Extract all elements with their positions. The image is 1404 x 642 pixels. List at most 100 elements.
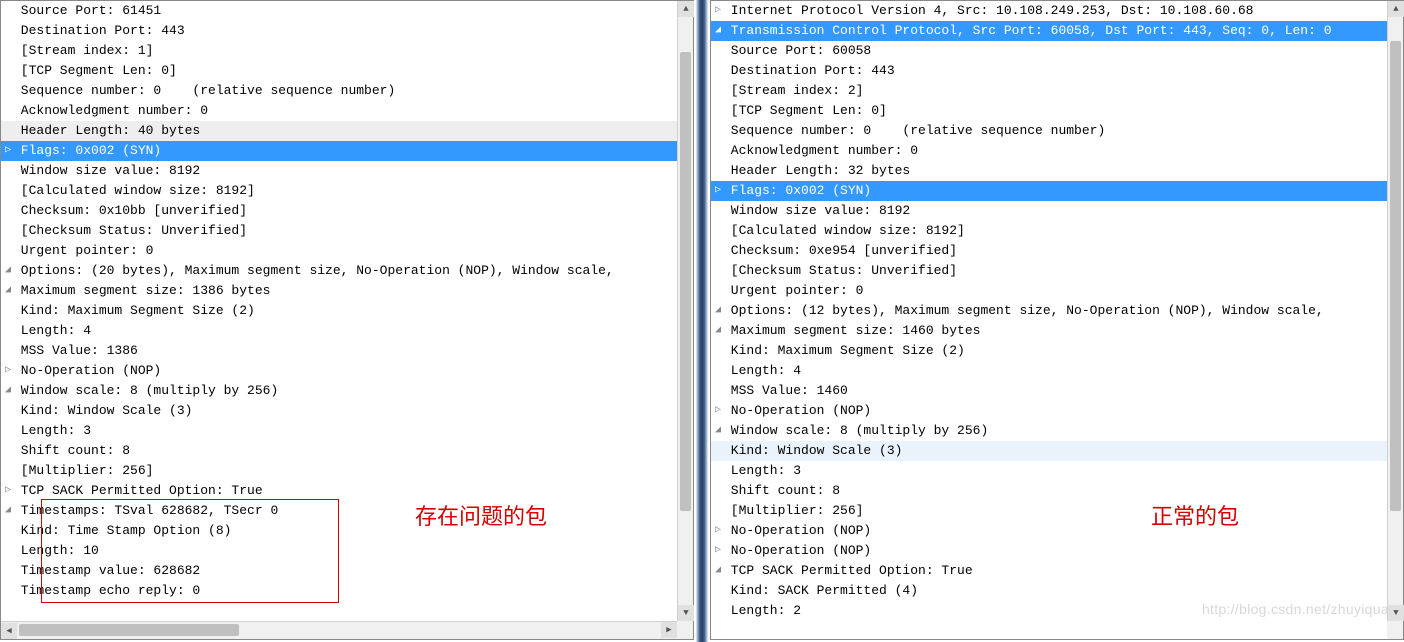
tree-row[interactable]: Acknowledgment number: 0: [1, 101, 677, 121]
tree-row[interactable]: Destination Port: 443: [1, 21, 677, 41]
tree-indent: [3, 181, 13, 201]
tree-row[interactable]: Urgent pointer: 0: [1, 241, 677, 261]
scroll-left-icon[interactable]: ◀: [1, 623, 17, 639]
tree-row[interactable]: MSS Value: 1460: [711, 381, 1387, 401]
tree-row[interactable]: Length: 3: [711, 461, 1387, 481]
tree-row[interactable]: Checksum: 0x10bb [unverified]: [1, 201, 677, 221]
scroll-down-icon[interactable]: ▼: [678, 605, 694, 621]
tree-row[interactable]: [Multiplier: 256]: [1, 461, 677, 481]
tree-row[interactable]: [Checksum Status: Unverified]: [711, 261, 1387, 281]
tree-row[interactable]: [Checksum Status: Unverified]: [1, 221, 677, 241]
expand-open-icon[interactable]: ◢: [3, 281, 13, 301]
tree-row-text: MSS Value: 1386: [13, 341, 138, 361]
vertical-scrollbar[interactable]: ▲ ▼: [677, 1, 693, 621]
tree-row[interactable]: [TCP Segment Len: 0]: [711, 101, 1387, 121]
expand-closed-icon[interactable]: ▷: [713, 521, 723, 541]
tree-indent: [713, 41, 723, 61]
tree-row[interactable]: Length: 4: [711, 361, 1387, 381]
tree-row[interactable]: ◢ Window scale: 8 (multiply by 256): [1, 381, 677, 401]
tree-row[interactable]: Length: 10: [1, 541, 677, 561]
tree-right[interactable]: ▷ Internet Protocol Version 4, Src: 10.1…: [711, 1, 1387, 621]
tree-row[interactable]: Length: 3: [1, 421, 677, 441]
expand-closed-icon[interactable]: ▷: [713, 1, 723, 21]
tree-row[interactable]: ▷ TCP SACK Permitted Option: True: [1, 481, 677, 501]
expand-open-icon[interactable]: ◢: [713, 321, 723, 341]
expand-open-icon[interactable]: ◢: [3, 381, 13, 401]
tree-row-text: TCP SACK Permitted Option: True: [723, 561, 973, 581]
tree-row[interactable]: ▷ No-Operation (NOP): [711, 541, 1387, 561]
tree-row[interactable]: Header Length: 40 bytes: [1, 121, 677, 141]
tree-row[interactable]: ▷ No-Operation (NOP): [711, 401, 1387, 421]
tree-row[interactable]: ◢ Timestamps: TSval 628682, TSecr 0: [1, 501, 677, 521]
scroll-corner: [677, 621, 693, 639]
expand-closed-icon[interactable]: ▷: [713, 181, 723, 201]
tree-row[interactable]: Timestamp echo reply: 0: [1, 581, 677, 601]
tree-row[interactable]: ▷ Flags: 0x002 (SYN): [711, 181, 1387, 201]
tree-row[interactable]: ▷ Internet Protocol Version 4, Src: 10.1…: [711, 1, 1387, 21]
expand-open-icon[interactable]: ◢: [713, 421, 723, 441]
tree-row[interactable]: MSS Value: 1386: [1, 341, 677, 361]
tree-row[interactable]: ◢ Options: (20 bytes), Maximum segment s…: [1, 261, 677, 281]
tree-left[interactable]: Source Port: 61451 Destination Port: 443…: [1, 1, 677, 621]
tree-row[interactable]: ◢ TCP SACK Permitted Option: True: [711, 561, 1387, 581]
tree-row[interactable]: Shift count: 8: [711, 481, 1387, 501]
tree-row[interactable]: Kind: Window Scale (3): [711, 441, 1387, 461]
scroll-up-icon[interactable]: ▲: [678, 1, 694, 17]
expand-closed-icon[interactable]: ▷: [3, 141, 13, 161]
tree-row[interactable]: Sequence number: 0 (relative sequence nu…: [711, 121, 1387, 141]
tree-row[interactable]: ▷ No-Operation (NOP): [711, 521, 1387, 541]
expand-closed-icon[interactable]: ▷: [3, 481, 13, 501]
tree-row[interactable]: [Multiplier: 256]: [711, 501, 1387, 521]
tree-indent: [713, 361, 723, 381]
tree-row[interactable]: Kind: SACK Permitted (4): [711, 581, 1387, 601]
tree-row[interactable]: ▷ Flags: 0x002 (SYN): [1, 141, 677, 161]
expand-open-icon[interactable]: ◢: [713, 561, 723, 581]
tree-row-text: [Calculated window size: 8192]: [723, 221, 965, 241]
tree-row[interactable]: Kind: Maximum Segment Size (2): [711, 341, 1387, 361]
tree-row[interactable]: Acknowledgment number: 0: [711, 141, 1387, 161]
expand-open-icon[interactable]: ◢: [713, 21, 723, 41]
tree-row[interactable]: Timestamp value: 628682: [1, 561, 677, 581]
tree-row[interactable]: Kind: Maximum Segment Size (2): [1, 301, 677, 321]
tree-indent: [3, 41, 13, 61]
expand-open-icon[interactable]: ◢: [713, 301, 723, 321]
tree-indent: [713, 221, 723, 241]
pane-divider[interactable]: [694, 0, 710, 642]
tree-row[interactable]: Kind: Time Stamp Option (8): [1, 521, 677, 541]
expand-closed-icon[interactable]: ▷: [713, 541, 723, 561]
tree-row[interactable]: ◢ Transmission Control Protocol, Src Por…: [711, 21, 1387, 41]
tree-row[interactable]: Header Length: 32 bytes: [711, 161, 1387, 181]
expand-open-icon[interactable]: ◢: [3, 501, 13, 521]
tree-row[interactable]: Checksum: 0xe954 [unverified]: [711, 241, 1387, 261]
scroll-up-icon[interactable]: ▲: [1388, 1, 1404, 17]
tree-row[interactable]: Window size value: 8192: [711, 201, 1387, 221]
expand-open-icon[interactable]: ◢: [3, 261, 13, 281]
tree-row[interactable]: ▷ No-Operation (NOP): [1, 361, 677, 381]
tree-row-text: Flags: 0x002 (SYN): [13, 141, 161, 161]
tree-row[interactable]: ◢ Maximum segment size: 1460 bytes: [711, 321, 1387, 341]
tree-row[interactable]: Sequence number: 0 (relative sequence nu…: [1, 81, 677, 101]
tree-row[interactable]: Kind: Window Scale (3): [1, 401, 677, 421]
scroll-down-icon[interactable]: ▼: [1388, 605, 1404, 621]
tree-row[interactable]: Shift count: 8: [1, 441, 677, 461]
tree-row[interactable]: ◢ Options: (12 bytes), Maximum segment s…: [711, 301, 1387, 321]
expand-closed-icon[interactable]: ▷: [3, 361, 13, 381]
tree-row[interactable]: Destination Port: 443: [711, 61, 1387, 81]
scroll-right-icon[interactable]: ▶: [661, 622, 677, 638]
tree-row[interactable]: [TCP Segment Len: 0]: [1, 61, 677, 81]
tree-row[interactable]: Length: 4: [1, 321, 677, 341]
vertical-scrollbar[interactable]: ▲ ▼: [1387, 1, 1403, 621]
tree-row[interactable]: Source Port: 61451: [1, 1, 677, 21]
expand-closed-icon[interactable]: ▷: [713, 401, 723, 421]
tree-row[interactable]: [Stream index: 2]: [711, 81, 1387, 101]
tree-row[interactable]: ◢ Maximum segment size: 1386 bytes: [1, 281, 677, 301]
tree-row[interactable]: [Calculated window size: 8192]: [711, 221, 1387, 241]
horizontal-scrollbar[interactable]: ◀ ▶: [1, 621, 677, 639]
tree-row[interactable]: Urgent pointer: 0: [711, 281, 1387, 301]
tree-row-text: TCP SACK Permitted Option: True: [13, 481, 263, 501]
tree-row[interactable]: ◢ Window scale: 8 (multiply by 256): [711, 421, 1387, 441]
tree-row[interactable]: [Calculated window size: 8192]: [1, 181, 677, 201]
tree-row[interactable]: [Stream index: 1]: [1, 41, 677, 61]
tree-row[interactable]: Window size value: 8192: [1, 161, 677, 181]
tree-row[interactable]: Source Port: 60058: [711, 41, 1387, 61]
